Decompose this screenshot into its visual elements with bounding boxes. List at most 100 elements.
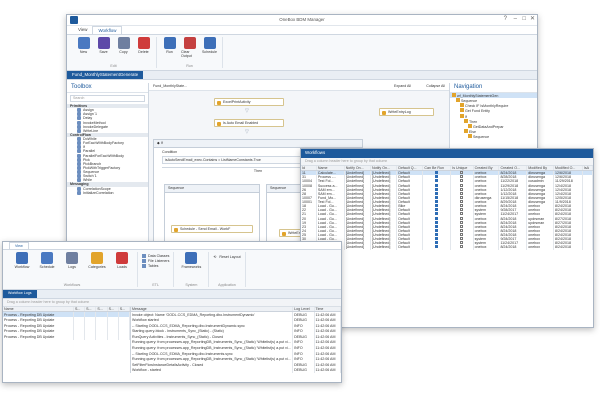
schedule-button[interactable]: Schedule <box>36 252 58 283</box>
checkbox[interactable] <box>435 208 439 212</box>
checkbox-cell[interactable] <box>422 245 452 250</box>
checkbox[interactable] <box>435 179 439 183</box>
checkbox[interactable] <box>435 191 439 195</box>
delete-icon <box>137 37 150 49</box>
collapse-all-link[interactable]: Collapse All <box>426 84 445 88</box>
button-label: Loads <box>117 265 127 269</box>
doc-tab-workflow-logs[interactable]: Workflow Logs <box>3 290 37 298</box>
checkbox[interactable] <box>435 237 439 241</box>
checkbox[interactable] <box>435 233 439 236</box>
clear-output-button[interactable]: Clear Output <box>181 37 198 64</box>
categories-button[interactable]: Categories <box>86 252 108 283</box>
checkbox[interactable] <box>460 171 464 175</box>
activity-write-entry-log[interactable]: WriteEntryLog <box>379 108 434 116</box>
nav-tree-item[interactable]: Sequence <box>450 134 537 139</box>
checkbox[interactable] <box>460 179 464 183</box>
tab-view[interactable]: View <box>9 242 29 249</box>
run-button[interactable]: Run <box>161 37 178 64</box>
checkbox[interactable] <box>435 187 439 191</box>
grid-title: Workflows <box>301 149 593 158</box>
reset-icon: ⟲ <box>213 255 217 259</box>
delete-button[interactable]: Delete <box>135 37 152 64</box>
activity-icon <box>464 118 468 123</box>
small-ribbon-button[interactable]: Data Classes <box>142 254 169 259</box>
copy-button[interactable]: Copy <box>115 37 132 64</box>
checkbox[interactable] <box>460 245 464 249</box>
log-message-cell: Workflow - started <box>131 367 294 374</box>
checkbox[interactable] <box>435 220 439 224</box>
checkbox[interactable] <box>460 195 464 199</box>
checkbox[interactable] <box>460 237 464 241</box>
ribbon-group-label: ETL <box>152 282 159 287</box>
tab-workflow[interactable]: Workflow <box>92 26 123 34</box>
checkbox[interactable] <box>435 228 439 232</box>
checkbox[interactable] <box>460 224 464 228</box>
table-row[interactable]: 27Load - Gu...[Undefined][Undefined]Defa… <box>301 245 593 250</box>
toolbox-search-input[interactable]: Search <box>70 95 145 102</box>
checkbox[interactable] <box>460 241 464 245</box>
table-row[interactable]: Workflow - started DEBUG 11:42:06 AM <box>131 367 341 374</box>
checkbox[interactable] <box>435 200 439 203</box>
checkbox[interactable] <box>460 200 464 203</box>
maximize-icon[interactable]: □ <box>522 16 526 23</box>
checkbox[interactable] <box>435 171 439 175</box>
checkbox[interactable] <box>460 204 464 208</box>
group-by-hint: Drag a column header here to group by th… <box>301 158 593 166</box>
toolbox-list: Primitives Assign Assign`1 Delay InvokeMetho… <box>67 104 148 195</box>
toolbox-item[interactable]: InitializeCorrelation <box>67 191 148 195</box>
close-icon[interactable]: ✕ <box>530 16 535 23</box>
expand-all-link[interactable]: Expand All <box>394 84 411 88</box>
checkbox[interactable] <box>460 228 464 232</box>
checkbox[interactable] <box>435 175 439 179</box>
table-cell: 8/24/2018 <box>498 245 528 250</box>
checkbox[interactable] <box>460 187 464 191</box>
checkbox[interactable] <box>460 175 464 179</box>
log-messages: Message Log Level Time Invoke object: Name… <box>131 307 341 374</box>
save-icon <box>97 37 110 49</box>
tab-view[interactable]: View <box>73 26 92 34</box>
checkbox[interactable] <box>435 204 439 208</box>
breadcrumb[interactable]: Fund_MonthlyState... <box>153 84 187 88</box>
checkbox[interactable] <box>435 195 439 199</box>
checkbox[interactable] <box>460 208 464 212</box>
small-ribbon-button[interactable]: File Listeners <box>142 259 169 264</box>
help-icon[interactable]: ? <box>504 16 507 23</box>
checkbox[interactable] <box>435 245 439 249</box>
table-row[interactable]: Process - Reporting DB Update <box>3 334 131 340</box>
reset-layout-button[interactable]: Reset Layout <box>219 255 240 259</box>
new-button[interactable]: New <box>75 37 92 64</box>
checkbox-cell[interactable] <box>450 245 474 250</box>
activity-excel-print[interactable]: ExcelPrintActivity <box>214 98 284 106</box>
small-ribbon-button[interactable]: Tables <box>142 264 169 269</box>
toolbox-item-label: InitializeCorrelation <box>83 190 114 195</box>
checkbox[interactable] <box>435 241 439 245</box>
activity-schedule-send-email[interactable]: Schedule - Send Email - WorkF <box>171 225 253 233</box>
loads-button[interactable]: Loads <box>111 252 133 283</box>
workflows-table: Id Name Notify On... Notify On... Default Q.… <box>301 166 593 250</box>
log-messages-table: Message Log Level Time Invoke object: Name… <box>131 307 341 374</box>
ribbon-group-label: Run <box>186 63 193 68</box>
logs-button[interactable]: Logs <box>61 252 83 283</box>
table-cell: onebox <box>473 245 500 250</box>
checkbox[interactable] <box>435 216 439 220</box>
frameworks-button[interactable]: Frameworks <box>178 252 204 283</box>
table-cell <box>582 245 593 250</box>
checkbox[interactable] <box>460 183 464 187</box>
save-button[interactable]: Save <box>95 37 112 64</box>
logs-window: View Workflow Schedule Logs Categories Loads… <box>2 241 342 383</box>
checkbox[interactable] <box>460 212 464 216</box>
checkbox[interactable] <box>460 233 464 236</box>
checkbox[interactable] <box>460 191 464 195</box>
checkbox[interactable] <box>460 220 464 224</box>
checkbox[interactable] <box>435 212 439 216</box>
ribbon-group-label: System <box>185 282 198 287</box>
checkbox[interactable] <box>435 224 439 228</box>
schedule-button[interactable]: Schedule <box>201 37 218 64</box>
checkbox[interactable] <box>460 216 464 220</box>
minimize-icon[interactable]: – <box>514 16 517 23</box>
workflow-button[interactable]: Workflow <box>11 252 33 283</box>
checkbox[interactable] <box>435 183 439 187</box>
activity-auto-email[interactable]: Is Auto Email Enabled <box>214 119 284 127</box>
doc-tab-workflow[interactable]: Fund_MonthlyStatementGenerate <box>67 71 144 79</box>
table-cell: Default <box>396 245 424 250</box>
